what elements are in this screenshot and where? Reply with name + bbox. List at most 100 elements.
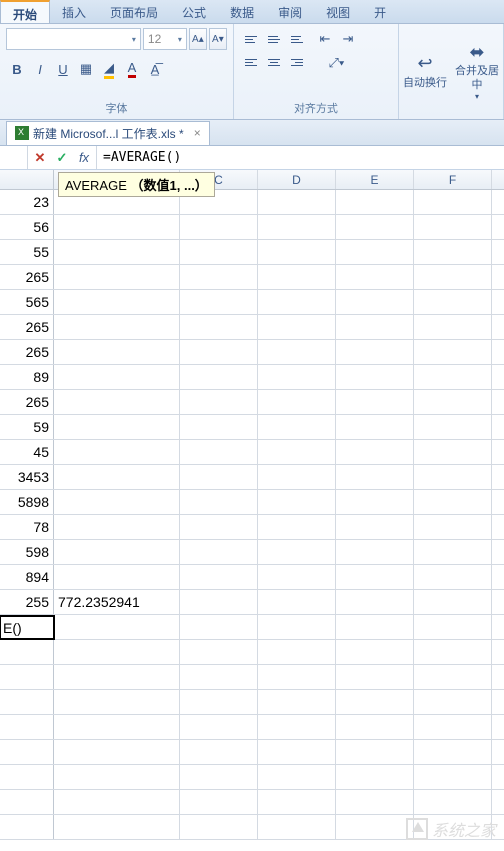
font-size-dropdown[interactable]: 12 ▾ <box>143 28 187 50</box>
cell[interactable] <box>258 465 336 489</box>
cell[interactable] <box>336 190 414 214</box>
cell[interactable] <box>54 715 180 739</box>
cell[interactable] <box>414 490 492 514</box>
cell[interactable] <box>336 565 414 589</box>
cell[interactable] <box>180 490 258 514</box>
close-tab-button[interactable]: × <box>194 126 201 140</box>
cell[interactable] <box>258 365 336 389</box>
cell[interactable] <box>336 490 414 514</box>
cell[interactable] <box>54 390 180 414</box>
cell[interactable]: 565 <box>0 290 54 314</box>
cell[interactable] <box>258 765 336 789</box>
cell[interactable]: 265 <box>0 390 54 414</box>
cell[interactable] <box>54 515 180 539</box>
cell[interactable] <box>54 340 180 364</box>
cell[interactable] <box>414 190 492 214</box>
cell[interactable] <box>54 815 180 839</box>
cell[interactable] <box>180 640 258 664</box>
increase-font-button[interactable]: A▴ <box>189 28 207 50</box>
cell[interactable] <box>180 665 258 689</box>
cell[interactable] <box>0 715 54 739</box>
cell[interactable] <box>54 765 180 789</box>
tab-insert[interactable]: 插入 <box>50 0 98 23</box>
cell[interactable]: 78 <box>0 515 54 539</box>
cell[interactable] <box>258 490 336 514</box>
fill-color-button[interactable]: ◢ <box>98 58 120 80</box>
cell[interactable] <box>336 690 414 714</box>
cell[interactable] <box>0 765 54 789</box>
cell[interactable] <box>0 665 54 689</box>
cell[interactable] <box>258 315 336 339</box>
cell[interactable] <box>414 415 492 439</box>
cell[interactable]: 255 <box>0 590 54 614</box>
font-name-dropdown[interactable]: ▾ <box>6 28 141 50</box>
cell[interactable] <box>0 790 54 814</box>
cell[interactable] <box>258 390 336 414</box>
cell[interactable] <box>258 715 336 739</box>
cell[interactable] <box>0 690 54 714</box>
cell[interactable] <box>336 415 414 439</box>
cell[interactable] <box>414 690 492 714</box>
cell[interactable] <box>414 540 492 564</box>
cell[interactable]: 59 <box>0 415 54 439</box>
cell[interactable] <box>336 340 414 364</box>
cell[interactable] <box>54 540 180 564</box>
cell[interactable] <box>336 740 414 764</box>
cell[interactable] <box>180 590 258 614</box>
cell[interactable]: 265 <box>0 315 54 339</box>
cell[interactable] <box>180 815 258 839</box>
cell[interactable] <box>336 440 414 464</box>
cell[interactable]: 265 <box>0 340 54 364</box>
cell[interactable] <box>414 440 492 464</box>
align-bottom-button[interactable] <box>286 28 308 50</box>
cell[interactable] <box>258 640 336 664</box>
cell[interactable] <box>414 340 492 364</box>
cell[interactable] <box>54 740 180 764</box>
cell[interactable] <box>336 515 414 539</box>
cell[interactable] <box>258 790 336 814</box>
merge-center-button[interactable]: ⬌ 合并及居中 ▾ <box>451 24 503 119</box>
cancel-button[interactable]: ✕ <box>32 150 48 166</box>
font-color-button[interactable]: A <box>121 58 143 80</box>
cell[interactable] <box>336 765 414 789</box>
cell[interactable] <box>414 390 492 414</box>
wrap-text-button[interactable]: ↩ 自动换行 <box>399 24 451 119</box>
cell[interactable] <box>54 315 180 339</box>
cell[interactable] <box>414 515 492 539</box>
cell[interactable] <box>258 565 336 589</box>
cell[interactable] <box>180 265 258 289</box>
cell[interactable] <box>258 265 336 289</box>
cell[interactable] <box>54 240 180 264</box>
orientation-button[interactable]: ⤢▾ <box>314 52 359 74</box>
tab-view[interactable]: 视图 <box>314 0 362 23</box>
cell[interactable] <box>54 790 180 814</box>
cell[interactable] <box>414 740 492 764</box>
cell[interactable] <box>180 540 258 564</box>
cell[interactable] <box>180 715 258 739</box>
align-right-button[interactable] <box>286 51 308 73</box>
cell[interactable] <box>414 290 492 314</box>
tab-start[interactable]: 开始 <box>0 0 50 23</box>
cell[interactable] <box>258 665 336 689</box>
cell[interactable] <box>414 265 492 289</box>
name-box[interactable] <box>0 146 28 169</box>
cell[interactable] <box>336 240 414 264</box>
cell[interactable] <box>54 465 180 489</box>
enter-button[interactable]: ✓ <box>54 150 70 166</box>
cell[interactable] <box>0 815 54 839</box>
cell[interactable] <box>180 290 258 314</box>
cell[interactable] <box>54 290 180 314</box>
document-tab[interactable]: 新建 Microsof...l 工作表.xls * × <box>6 121 210 145</box>
formula-input[interactable]: =AVERAGE() <box>97 150 504 165</box>
cell[interactable] <box>336 265 414 289</box>
cell[interactable] <box>258 615 336 639</box>
cell[interactable] <box>180 515 258 539</box>
cell[interactable]: 265 <box>0 265 54 289</box>
cell[interactable] <box>414 615 492 639</box>
cell[interactable]: 56 <box>0 215 54 239</box>
cell[interactable] <box>54 365 180 389</box>
cell[interactable] <box>180 615 258 639</box>
cell[interactable] <box>336 790 414 814</box>
increase-indent-button[interactable]: ⇥ <box>337 28 359 50</box>
cell[interactable] <box>336 665 414 689</box>
